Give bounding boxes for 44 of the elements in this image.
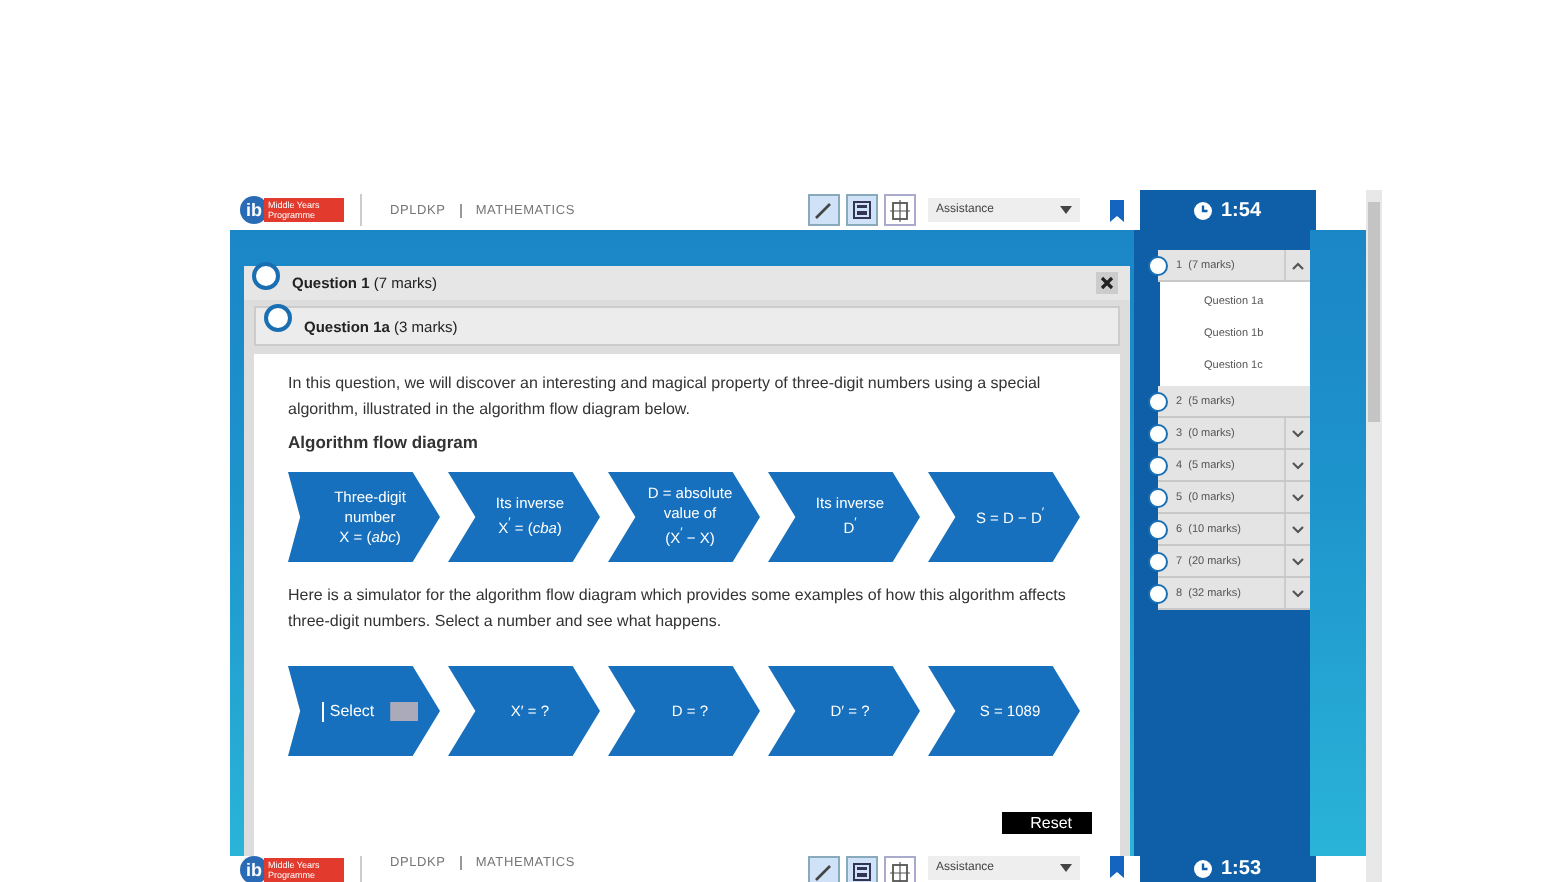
close-icon	[1100, 276, 1114, 290]
status-circle-icon	[1148, 392, 1168, 412]
clock-icon	[1194, 201, 1213, 219]
scrollbar-thumb[interactable]	[1368, 202, 1380, 422]
status-circle-icon	[252, 261, 280, 289]
diagram-heading: Algorithm flow diagram	[288, 432, 480, 452]
calculator-button[interactable]	[846, 194, 878, 226]
timer-text: 1:53	[1220, 858, 1261, 880]
intro-text: In this question, we will discover an interesting and magical property of three-digit numbers using a special algorithm, illustrated in the algorithm flow diagram below.	[288, 372, 1043, 422]
chevron-icon	[1292, 557, 1304, 565]
simulator-text: Here is a simulator for the algorithm flow diagram which provides some examples of how this algorithm affects three-digit numbers. Select a number and see what happens.	[288, 584, 1068, 634]
pen-icon	[814, 862, 834, 882]
status-circle-icon	[1148, 552, 1168, 572]
status-circle-icon	[264, 304, 292, 332]
chevron-icon	[1292, 429, 1304, 437]
pen-tool-button[interactable]	[808, 194, 840, 226]
frame-icon	[890, 861, 910, 882]
timer-text: 1:54	[1220, 199, 1261, 221]
number-select[interactable]: Select	[321, 701, 419, 721]
status-circle-icon	[1148, 584, 1168, 604]
status-circle-icon	[1148, 488, 1168, 508]
chevron-icon	[1292, 525, 1304, 533]
chevron-icon	[1292, 261, 1304, 269]
status-circle-icon	[1148, 520, 1168, 540]
chevron-icon	[1292, 589, 1304, 597]
status-circle-icon	[1148, 256, 1168, 276]
ruler-tool-button[interactable]	[884, 194, 916, 226]
chevron-icon	[1292, 493, 1304, 501]
calculator-icon	[852, 200, 872, 220]
calculator-icon	[852, 862, 872, 882]
pen-icon	[814, 200, 834, 220]
close-button[interactable]	[1096, 272, 1118, 294]
caret-icon	[1060, 206, 1072, 214]
frame-icon	[890, 199, 910, 221]
bookmark-icon[interactable]	[1110, 199, 1124, 221]
status-circle-icon	[1148, 456, 1168, 476]
chevron-icon	[1292, 461, 1304, 469]
ruler-tool-button[interactable]	[884, 856, 916, 882]
caret-icon	[1060, 864, 1072, 872]
pen-tool-button[interactable]	[808, 856, 840, 882]
bookmark-icon[interactable]	[1110, 856, 1124, 878]
calculator-button[interactable]	[846, 856, 878, 882]
reset-button[interactable]: Reset	[1002, 812, 1092, 834]
status-circle-icon	[1148, 424, 1168, 444]
